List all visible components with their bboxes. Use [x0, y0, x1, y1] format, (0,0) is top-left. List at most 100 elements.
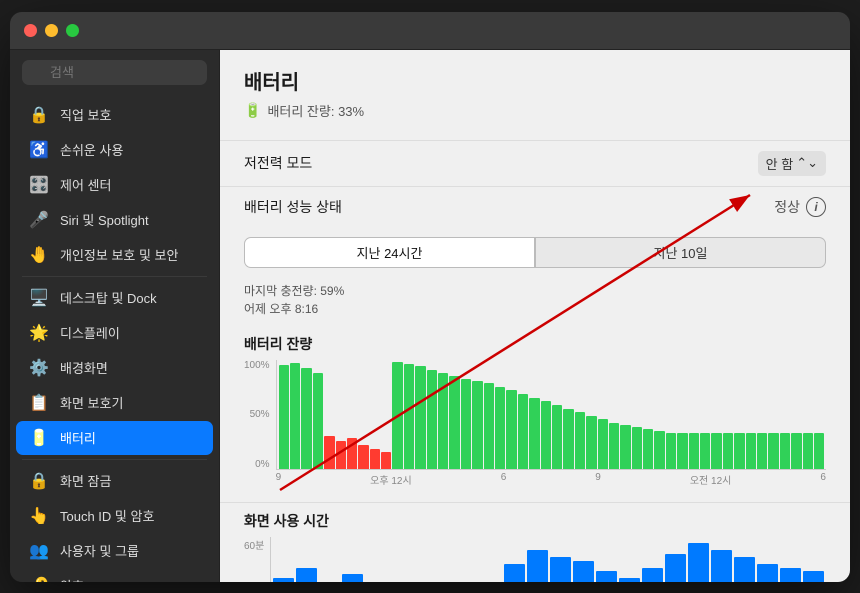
battery-icon: 🔋	[28, 427, 50, 449]
screen-bar	[342, 574, 363, 581]
sidebar-item-label: 화면 보호기	[60, 393, 123, 412]
screen-bars-container	[270, 537, 826, 582]
battery-bar	[472, 381, 482, 468]
y-label-50: 50%	[250, 409, 270, 420]
battery-bar	[506, 390, 516, 468]
battery-bar	[461, 379, 471, 468]
tab-10d[interactable]: 지난 10일	[535, 237, 826, 268]
sidebar-item-display[interactable]: 🌟 디스플레이	[16, 316, 213, 350]
battery-bar	[404, 364, 414, 469]
sidebar-item-accessibility[interactable]: ♿ 손쉬운 사용	[16, 133, 213, 167]
battery-bars-container: 9 오후 12시 6 9 오전 12시 6	[276, 360, 826, 490]
low-power-dropdown[interactable]: 안 함 ⌃⌄	[758, 151, 826, 176]
sidebar-item-users[interactable]: 👥 사용자 및 그룹	[16, 534, 213, 568]
screen-bar	[665, 554, 686, 582]
maximize-button[interactable]	[66, 24, 79, 37]
battery-bar	[438, 373, 448, 469]
battery-chart-section: 배터리 잔량 100% 50% 0% 9 오후 12시	[220, 326, 850, 502]
control-center-icon: 🎛️	[28, 174, 50, 196]
low-power-label: 저전력 모드	[244, 153, 312, 173]
sidebar-item-lock[interactable]: 🔒 화면 잠금	[16, 464, 213, 498]
screen-usage-title: 화면 사용 시간	[244, 511, 826, 531]
sidebar-item-privacy[interactable]: 🤚 개인정보 보호 및 보안	[16, 238, 213, 272]
sidebar-item-label: 제어 센터	[60, 175, 111, 194]
battery-bar	[336, 441, 346, 468]
battery-bar	[290, 363, 300, 469]
battery-bar	[518, 394, 528, 468]
sidebar-divider-1	[22, 276, 207, 277]
touchid-icon: 👆	[28, 505, 50, 527]
battery-bar	[803, 433, 813, 469]
screen-bar	[273, 578, 294, 582]
sidebar-item-wallpaper[interactable]: ⚙️ 배경화면	[16, 351, 213, 385]
battery-title-row: 배터리	[244, 66, 826, 95]
sidebar-item-label: 직업 보호	[60, 105, 111, 124]
battery-bar	[711, 433, 721, 469]
battery-bar	[324, 436, 334, 469]
battery-bar	[313, 373, 323, 469]
screen-usage-section: 화면 사용 시간 60분 30분	[220, 502, 850, 582]
sidebar-item-label: 배터리	[60, 428, 96, 447]
battery-bar	[301, 368, 311, 468]
screen-chart-area: 60분 30분	[244, 537, 826, 582]
battery-chart-title: 배터리 잔량	[244, 334, 826, 354]
sidebar-item-label: 화면 잠금	[60, 471, 111, 490]
battery-main-title: 배터리	[244, 66, 299, 95]
minimize-button[interactable]	[45, 24, 58, 37]
battery-bar	[427, 370, 437, 468]
screen-y-labels: 60분 30분	[244, 537, 264, 582]
sidebar-item-label: Touch ID 및 암호	[60, 506, 154, 525]
sidebar-item-control-center[interactable]: 🎛️ 제어 센터	[16, 168, 213, 202]
last-charge-info: 마지막 충전량: 59% 어제 오후 8:16	[220, 278, 850, 326]
sidebar-item-passwords[interactable]: 🔑 암호	[16, 569, 213, 582]
battery-bar	[746, 433, 756, 469]
battery-status-row: 🔋 배터리 잔량: 33%	[244, 101, 826, 120]
desktop-icon: 🖥️	[28, 287, 50, 309]
sidebar-item-siri[interactable]: 🎤 Siri 및 Spotlight	[16, 203, 213, 237]
battery-bar	[609, 423, 619, 469]
screen-bar	[619, 578, 640, 582]
battery-bar	[495, 387, 505, 469]
screen-bar	[734, 557, 755, 581]
screen-bar	[688, 543, 709, 581]
sidebar-item-battery[interactable]: 🔋 배터리	[16, 421, 213, 455]
sidebar-item-label: 손쉬운 사용	[60, 140, 123, 159]
low-power-value-container: 안 함 ⌃⌄	[758, 151, 826, 176]
info-button[interactable]: i	[806, 197, 826, 217]
sidebar-item-label: 암호	[60, 576, 84, 582]
battery-bar	[586, 416, 596, 468]
lock-icon: 🔒	[28, 470, 50, 492]
battery-bar	[541, 401, 551, 469]
close-button[interactable]	[24, 24, 37, 37]
battery-bar	[620, 425, 630, 469]
x-label-0: 오전 12시	[690, 472, 732, 487]
x-label-6b: 6	[820, 472, 826, 487]
tab-24h[interactable]: 지난 24시간	[244, 237, 535, 268]
screen-bar	[757, 564, 778, 581]
sidebar-item-label: 배경화면	[60, 358, 108, 377]
battery-bar	[632, 427, 642, 468]
sidebar-item-unknown1[interactable]: 🔒 직업 보호	[16, 98, 213, 132]
sidebar-item-label: 개인정보 보호 및 보안	[60, 245, 178, 264]
sidebar-item-touchid[interactable]: 👆 Touch ID 및 암호	[16, 499, 213, 533]
tabs-row: 지난 24시간 지난 10일	[220, 227, 850, 278]
users-icon: 👥	[28, 540, 50, 562]
battery-bar	[575, 412, 585, 469]
battery-y-labels: 100% 50% 0%	[244, 360, 270, 490]
sidebar-item-screensaver[interactable]: 📋 화면 보호기	[16, 386, 213, 420]
screen-bar	[296, 568, 317, 582]
traffic-lights	[24, 24, 79, 37]
battery-bar	[392, 362, 402, 469]
battery-bar	[677, 433, 687, 469]
sidebar-item-desktop[interactable]: 🖥️ 데스크탑 및 Dock	[16, 281, 213, 315]
display-icon: 🌟	[28, 322, 50, 344]
last-charge-line1: 마지막 충전량: 59%	[244, 282, 826, 300]
battery-bar	[415, 366, 425, 468]
content-area: 🔍 🔒 직업 보호 ♿ 손쉬운 사용 🎛️ 제어 센터 �	[10, 50, 850, 582]
battery-bar	[449, 376, 459, 469]
battery-bar	[381, 452, 391, 468]
search-input[interactable]	[22, 60, 207, 85]
sidebar-divider-2	[22, 459, 207, 460]
battery-bar	[700, 433, 710, 469]
battery-bars-wrapper	[276, 360, 826, 470]
